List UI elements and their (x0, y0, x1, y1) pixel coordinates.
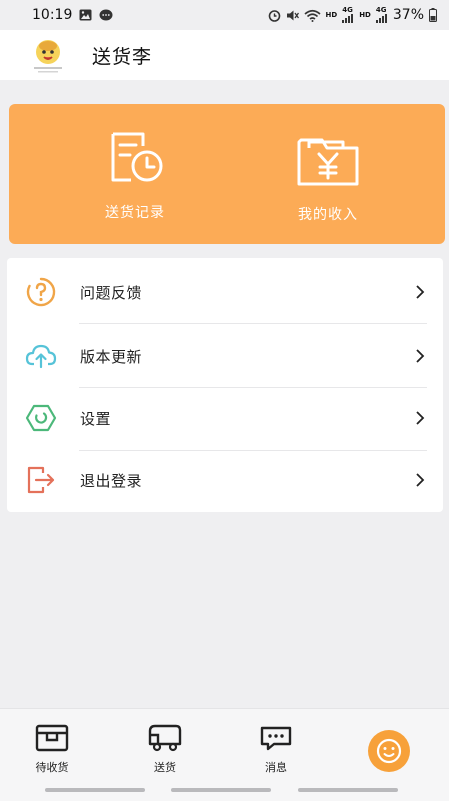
wifi-icon (304, 9, 321, 22)
image-icon (79, 9, 92, 21)
delivery-record-icon (111, 132, 163, 182)
menu-label-logout: 退出登录 (80, 472, 143, 490)
my-income-label: 我的收入 (298, 207, 358, 223)
menu-item-update[interactable]: 版本更新 (7, 324, 443, 387)
hd-label-1: HD (325, 11, 338, 19)
summary-card: 送货记录 我的收入 (9, 104, 445, 244)
delivery-record-entry[interactable]: 送货记录 (70, 128, 200, 222)
network-label-1: 4G (342, 6, 353, 14)
delivery-record-label: 送货记录 (105, 205, 165, 221)
settings-hex-icon (25, 404, 57, 432)
menu-label-settings: 设置 (80, 410, 112, 428)
chevron-right-icon (416, 285, 425, 299)
chevron-right-icon (416, 349, 425, 363)
battery-icon (429, 8, 437, 22)
message-icon (260, 726, 292, 751)
menu-label-feedback: 问题反馈 (80, 284, 143, 302)
page-title: 送货李 (92, 46, 153, 68)
tab-delivery[interactable]: 送货 (130, 723, 200, 775)
my-income-entry[interactable]: 我的收入 (263, 128, 393, 224)
cloud-upload-icon (25, 344, 57, 369)
truck-icon (148, 724, 182, 752)
home-indicator (45, 788, 145, 792)
mute-icon (286, 10, 299, 20)
hd-label-2: HD (359, 11, 371, 19)
question-icon (26, 277, 56, 307)
menu-item-feedback[interactable]: 问题反馈 (7, 260, 443, 323)
income-folder-icon (297, 138, 359, 186)
signal-icon (375, 14, 387, 23)
status-time: 10:19 (32, 7, 73, 23)
alarm-icon (268, 9, 280, 22)
pending-receive-icon (35, 724, 69, 752)
tab-profile[interactable] (354, 729, 424, 777)
menu-label-update: 版本更新 (80, 348, 143, 366)
signal-icon (342, 14, 354, 23)
chat-bubble-icon (99, 9, 113, 20)
status-bar: 10:19 HD 4G HD 4G 37% (0, 0, 449, 30)
bottom-nav: 待收货 送货 消息 (0, 708, 449, 801)
tab-messages[interactable]: 消息 (241, 723, 311, 775)
battery-percent: 37% (392, 7, 424, 23)
logout-icon (27, 466, 55, 494)
tab-label-pending-receive: 待收货 (35, 761, 69, 774)
chevron-right-icon (416, 473, 425, 487)
tab-label-messages: 消息 (265, 761, 287, 774)
tab-pending-receive[interactable]: 待收货 (17, 723, 87, 775)
smile-profile-icon (368, 730, 410, 772)
network-label-2: 4G (375, 6, 387, 14)
home-indicator (171, 788, 271, 792)
tab-label-delivery: 送货 (154, 761, 176, 774)
chevron-right-icon (416, 411, 425, 425)
menu-item-settings[interactable]: 设置 (7, 386, 443, 449)
menu-list: 问题反馈 版本更新 设置 退出登录 (7, 258, 443, 512)
menu-item-logout[interactable]: 退出登录 (7, 448, 443, 511)
mascot-avatar-icon[interactable] (28, 36, 68, 74)
home-indicator (298, 788, 398, 792)
app-header: 送货李 (0, 30, 449, 80)
